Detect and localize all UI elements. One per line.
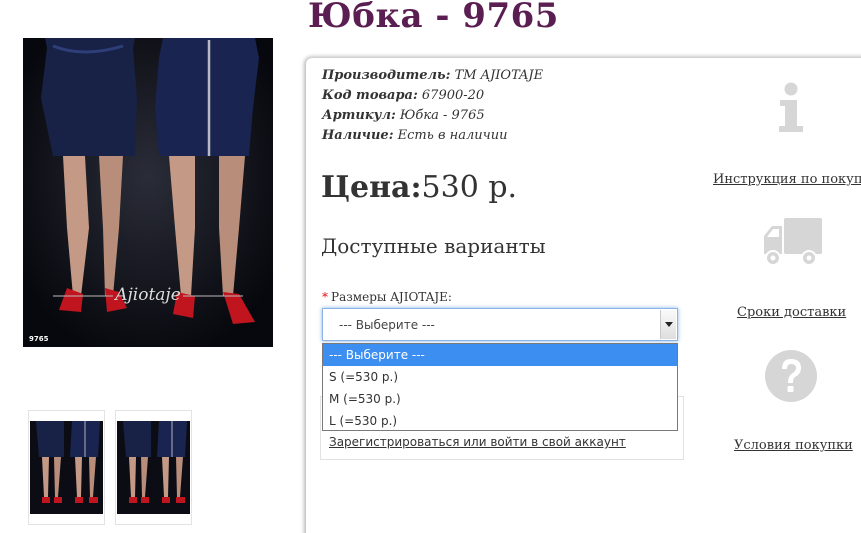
question-icon: [765, 350, 817, 402]
product-title: Юбка - 9765: [308, 0, 559, 36]
size-label: * Размеры AJIOTAJE:: [322, 290, 452, 304]
thumbnail-2-image: [117, 421, 190, 514]
thumbnail-1[interactable]: [28, 410, 105, 525]
size-select-value: --- Выберите ---: [339, 318, 435, 332]
required-mark: *: [322, 290, 328, 304]
brand-watermark: Ajiotaje: [113, 285, 181, 305]
register-login-link[interactable]: Зарегистрироваться или войти в свой акка…: [329, 435, 626, 449]
skirt-photo-image: Ajiotaje: [23, 38, 273, 347]
terms-link[interactable]: Условия покупки: [734, 438, 853, 453]
manufacturer-row: Производитель: ТМ AJIOTAJE: [322, 68, 544, 83]
article-row: Артикул: Юбка - 9765: [322, 108, 485, 123]
photo-label: 9765: [29, 335, 49, 343]
size-option-default[interactable]: --- Выберите ---: [323, 344, 677, 366]
instructions-link[interactable]: Инструкция по покупке: [713, 172, 861, 187]
code-row: Код товара: 67900-20: [322, 88, 485, 103]
size-dropdown-list: --- Выберите --- S (=530 р.) M (=530 р.)…: [322, 343, 678, 431]
size-option-m[interactable]: M (=530 р.): [323, 388, 677, 410]
size-option-s[interactable]: S (=530 р.): [323, 366, 677, 388]
delivery-link[interactable]: Сроки доставки: [737, 305, 846, 320]
thumbnail-2[interactable]: [115, 410, 192, 525]
main-product-photo[interactable]: Ajiotaje 9765: [23, 38, 273, 347]
size-select[interactable]: --- Выберите ---: [322, 308, 678, 341]
truck-icon: [764, 218, 822, 266]
product-price: Цена:530 р.: [321, 170, 518, 205]
chevron-down-icon[interactable]: [660, 310, 676, 339]
info-icon: [779, 82, 803, 132]
stock-row: Наличие: Есть в наличии: [322, 128, 508, 143]
thumbnail-1-image: [30, 421, 103, 514]
variants-heading: Доступные варианты: [321, 234, 546, 258]
product-meta: Производитель: ТМ AJIOTAJE Код товара: 6…: [322, 66, 543, 146]
size-option-l[interactable]: L (=530 р.): [323, 410, 677, 432]
